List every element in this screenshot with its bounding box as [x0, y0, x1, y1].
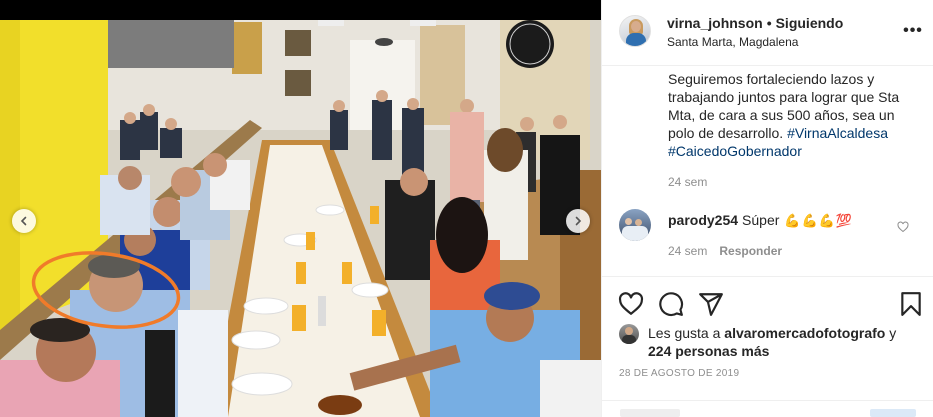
- author-username[interactable]: virna_johnson: [667, 15, 763, 31]
- post-photo: [0, 0, 601, 417]
- likes-prefix: Les gusta a: [648, 325, 721, 341]
- previous-photo-button[interactable]: [12, 209, 36, 233]
- caption-timestamp[interactable]: 24 sem: [668, 175, 707, 189]
- header-separator: •: [766, 15, 772, 31]
- chevron-left-icon: [20, 216, 27, 226]
- post-location[interactable]: Santa Marta, Magdalena: [667, 35, 798, 49]
- chevron-right-icon: [575, 216, 582, 226]
- author-line: virna_johnson • Siguiendo: [667, 15, 843, 31]
- small-heart-icon[interactable]: [897, 221, 909, 233]
- post-header: virna_johnson • Siguiendo Santa Marta, Mag…: [602, 0, 933, 66]
- add-comment-area[interactable]: [602, 400, 933, 417]
- liker-avatar[interactable]: [619, 324, 639, 344]
- likes-conjunction: y: [889, 325, 897, 341]
- comment-text: Súper: [742, 212, 780, 228]
- flexed-biceps-emoji: 💪: [818, 213, 835, 228]
- hundred-points-emoji: 💯: [835, 213, 853, 228]
- comment-body: parody254 Súper 💪💪💪💯: [668, 212, 852, 229]
- speech-bubble-icon[interactable]: [658, 291, 684, 317]
- more-options-button[interactable]: •••: [903, 22, 923, 40]
- comment-placeholder-fragment: [620, 409, 680, 417]
- flexed-biceps-emoji: 💪: [784, 213, 801, 228]
- likes-text: Les gusta a alvaromercadofotografo y 224…: [648, 324, 923, 360]
- commenter-avatar[interactable]: [619, 209, 651, 241]
- hashtag-link[interactable]: #VirnaAlcaldesa: [787, 125, 888, 141]
- action-bar: [602, 276, 933, 328]
- likes-others-link[interactable]: 224 personas más: [648, 343, 769, 359]
- heart-outline-icon[interactable]: [618, 291, 644, 317]
- bookmark-icon[interactable]: [898, 291, 924, 317]
- post-side-panel: virna_johnson • Siguiendo Santa Marta, Mag…: [601, 0, 933, 417]
- more-options-icon: •••: [903, 22, 923, 39]
- publish-button-fragment[interactable]: [870, 409, 916, 417]
- hashtag-link[interactable]: #CaicedoGobernador: [668, 143, 802, 159]
- flexed-biceps-emoji: 💪: [801, 213, 818, 228]
- comment-meta: 24 sem Responder: [668, 244, 782, 258]
- paper-plane-icon[interactable]: [698, 291, 724, 317]
- author-avatar[interactable]: [619, 15, 651, 47]
- post-caption: Seguiremos fortaleciendo lazos y trabaja…: [668, 70, 918, 160]
- comment-timestamp[interactable]: 24 sem: [668, 244, 707, 258]
- liker-username[interactable]: alvaromercadofotografo: [724, 325, 885, 341]
- next-photo-button[interactable]: [566, 209, 590, 233]
- post-photo-pane: [0, 0, 601, 417]
- commenter-username[interactable]: parody254: [668, 212, 738, 228]
- follow-status-button[interactable]: Siguiendo: [776, 15, 844, 31]
- post-date[interactable]: 28 DE AGOSTO DE 2019: [619, 368, 739, 379]
- reply-button[interactable]: Responder: [719, 244, 782, 258]
